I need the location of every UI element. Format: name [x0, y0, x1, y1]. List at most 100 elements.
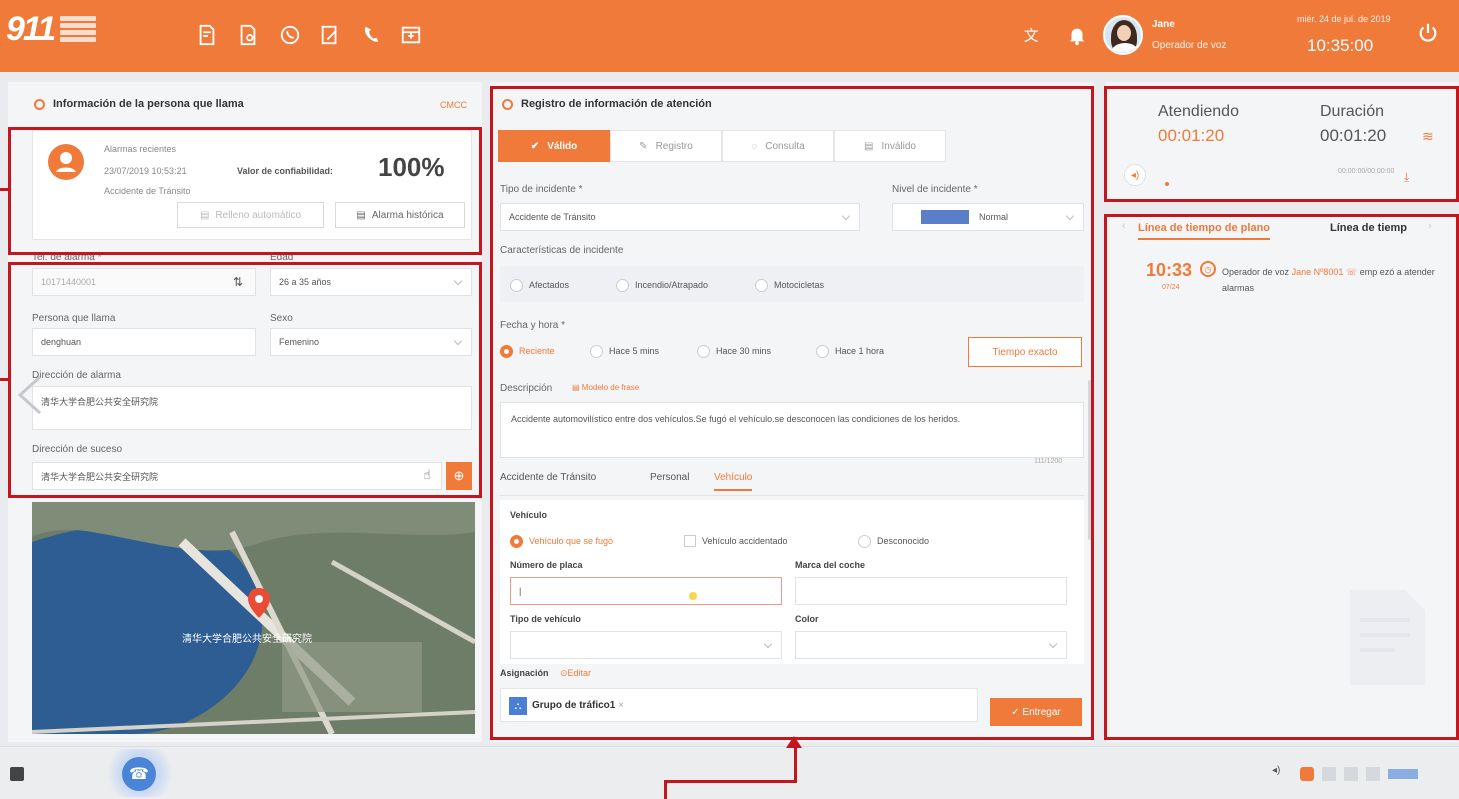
time-5min[interactable]: Hace 5 mins	[590, 338, 659, 364]
call-transfer-icon[interactable]: ⇅	[233, 275, 243, 289]
map-view[interactable]: 清华大学合肥公共安全研究院	[32, 502, 475, 734]
attention-panel-title: Registro de información de atención	[502, 98, 712, 110]
submit-button[interactable]: ✓ Entregar	[990, 698, 1082, 726]
subtab-accident[interactable]: Accidente de Tránsito	[500, 472, 596, 483]
group-icon: ⛬	[509, 697, 527, 715]
time-recent[interactable]: Reciente	[500, 338, 555, 364]
translate-icon[interactable]: 文	[1020, 22, 1046, 48]
system-tray	[1300, 761, 1450, 787]
tab-valid[interactable]: ✔ Válido	[498, 130, 610, 162]
subtab-personal[interactable]: Personal	[650, 472, 689, 483]
phone-icon[interactable]	[358, 22, 384, 48]
whatsapp-icon[interactable]	[277, 22, 303, 48]
map-place-label: 清华大学合肥公共安全研究院	[182, 634, 312, 645]
edit-icon[interactable]	[317, 22, 343, 48]
timeline-tab-2[interactable]: Línea de tiemp	[1330, 222, 1407, 234]
attention-tabs: ✔ Válido ✎ Registro ◌ Consulta ▤ Inválido	[498, 130, 946, 162]
description-label: Descripción	[500, 383, 553, 394]
annotation-arrow-horizontal	[664, 780, 797, 783]
feature-fire[interactable]: Incendio/Atrapado	[616, 272, 708, 298]
volume-icon[interactable]: ◂)	[1272, 765, 1280, 776]
vehicle-title: Vehículo	[510, 510, 548, 520]
bell-icon[interactable]	[1064, 22, 1090, 48]
timeline-next-icon[interactable]: ›	[1428, 220, 1432, 232]
softphone-button[interactable]: ☎	[122, 757, 156, 791]
assigned-group[interactable]: Grupo de tráfico1 ×	[532, 700, 624, 711]
age-label: Edad	[270, 252, 294, 263]
plate-input[interactable]: |	[510, 577, 782, 605]
tab-invalid[interactable]: ▤ Inválido	[834, 130, 946, 162]
feature-motorcycles[interactable]: Motocicletas	[755, 272, 824, 298]
caller-name-label: Persona que llama	[32, 313, 116, 324]
tab-register[interactable]: ✎ Registro	[610, 130, 722, 162]
collapse-left-icon[interactable]	[10, 375, 50, 415]
annotation-arrow-1	[0, 188, 8, 191]
auto-fill-button[interactable]: ▤ Relleno automático	[177, 202, 324, 228]
vehicle-fled-option[interactable]: Vehículo que se fugó	[510, 528, 613, 554]
time-30min[interactable]: Hace 30 mins	[697, 338, 771, 364]
color-label: Color	[795, 614, 819, 624]
event-address-field[interactable]: 清华大学合肥公共安全研究院 ☝	[32, 462, 442, 490]
document-copy-icon[interactable]	[235, 22, 261, 48]
user-avatar[interactable]	[1103, 15, 1143, 55]
timeline-prev-icon[interactable]: ‹	[1122, 220, 1126, 232]
clock: 10:35:00	[1307, 36, 1374, 55]
tray-mail-icon[interactable]	[1322, 767, 1336, 781]
char-count: 111/1200	[1034, 458, 1063, 465]
tab-consult[interactable]: ◌ Consulta	[722, 130, 834, 162]
subtab-divider	[500, 495, 1084, 496]
check-small-icon: ✓	[1011, 706, 1023, 718]
tray-phone-icon[interactable]	[1344, 767, 1358, 781]
incident-type-select[interactable]: Accidente de Tránsito	[500, 203, 860, 231]
subtab-vehicle[interactable]: Vehículo	[714, 472, 753, 491]
phone-field[interactable]: 10171440001 ⇅	[32, 268, 256, 296]
document-icon[interactable]	[194, 22, 220, 48]
time-1hour[interactable]: Hace 1 hora	[816, 338, 884, 364]
timeline-tab-plane[interactable]: Línea de tiempo de plano	[1138, 222, 1271, 240]
assign-label: Asignación	[500, 668, 549, 678]
sex-select[interactable]: Femenino	[270, 328, 472, 356]
incident-level-label: Nivel de incidente *	[892, 184, 978, 195]
power-icon[interactable]	[1415, 20, 1441, 46]
description-textarea[interactable]: Accidente automovilístico entre dos vehí…	[500, 402, 1084, 458]
sound-wave-icon: ≋	[1422, 128, 1434, 144]
phone-small-icon: ☏	[1345, 267, 1358, 277]
calendar-icon[interactable]	[398, 22, 424, 48]
vehicle-unknown-option[interactable]: Desconocido	[858, 528, 929, 554]
plate-label: Número de placa	[510, 560, 583, 570]
vehicle-type-select[interactable]	[510, 631, 782, 659]
alarm-history-button[interactable]: ▤ Alarma histórica	[335, 202, 465, 228]
caller-name-field[interactable]: denghuan	[32, 328, 256, 356]
locate-button[interactable]: ⊕	[446, 462, 472, 490]
dock-icon[interactable]	[10, 767, 24, 781]
hand-pointer-icon[interactable]: ☝	[423, 468, 431, 483]
recent-alarm-type: Accidente de Tránsito	[104, 186, 191, 196]
phone-label: Tel. de alarma *	[32, 252, 102, 263]
chat-icon: ◌	[751, 140, 758, 152]
speaker-icon[interactable]: ◂)	[1124, 164, 1146, 186]
playback-progress[interactable]	[1165, 182, 1169, 186]
annotation-arrow-down	[664, 780, 667, 799]
pencil-icon: ✎	[639, 140, 648, 152]
map-pin-icon[interactable]	[248, 588, 270, 618]
vehicle-accident-option[interactable]: Vehículo accidentado	[684, 528, 788, 554]
alarm-address-field[interactable]: 清华大学合肥公共安全研究院	[32, 386, 472, 430]
tray-doc-icon[interactable]	[1366, 767, 1380, 781]
brand-input[interactable]	[795, 577, 1067, 605]
remove-group-icon[interactable]: ×	[615, 700, 624, 711]
exact-time-button[interactable]: Tiempo exacto	[968, 337, 1082, 367]
color-select[interactable]	[795, 631, 1067, 659]
timeline-entry-time: 10:33	[1146, 260, 1193, 280]
age-select[interactable]: 26 a 35 años	[270, 268, 472, 296]
incident-type-label: Tipo de incidente *	[500, 184, 583, 195]
user-name: Jane	[1152, 19, 1175, 30]
tray-app-icon[interactable]	[1300, 767, 1314, 781]
recent-alarm-date: 23/07/2019 10:53:21	[104, 166, 187, 176]
phrase-template-link[interactable]: ▤ Modelo de frase	[572, 383, 639, 392]
feature-affected[interactable]: Afectados	[510, 272, 569, 298]
scrollbar[interactable]	[1088, 380, 1092, 540]
tray-ime-icon[interactable]	[1388, 769, 1418, 779]
assign-edit-link[interactable]: ⊙Editar	[560, 668, 591, 679]
download-icon[interactable]: ⤓	[1404, 170, 1409, 185]
incident-level-select[interactable]: Normal	[892, 203, 1084, 231]
